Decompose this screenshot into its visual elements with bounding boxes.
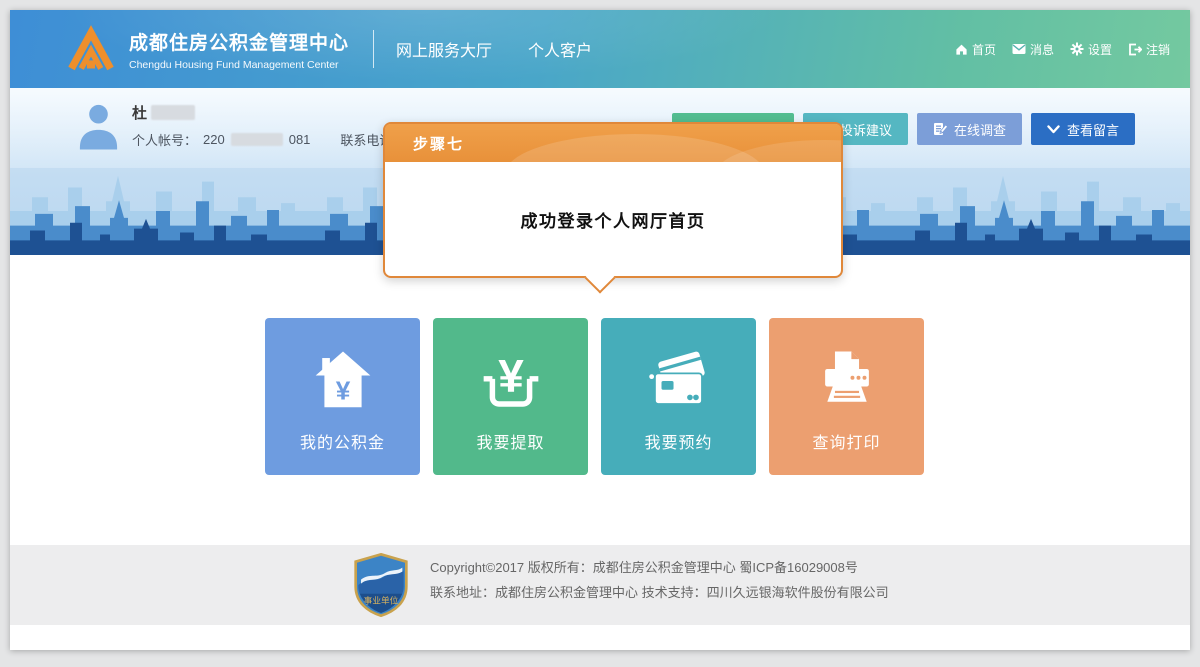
site-title-en: Chengdu Housing Fund Management Center bbox=[129, 59, 349, 71]
svg-text:事业单位: 事业单位 bbox=[364, 595, 399, 606]
nav-item-service-hall[interactable]: 网上服务大厅 bbox=[396, 37, 492, 61]
house-yuan-icon: ¥ bbox=[308, 346, 378, 416]
account-prefix: 220 bbox=[203, 132, 225, 147]
housing-fund-logo-icon bbox=[65, 23, 117, 75]
tile-print[interactable]: 查询打印 bbox=[769, 318, 924, 475]
view-messages-label: 查看留言 bbox=[1067, 120, 1119, 139]
user-name-redacted bbox=[151, 105, 195, 120]
footer-copyright: Copyright©2017 版权所有：成都住房公积金管理中心 蜀ICP备160… bbox=[430, 555, 889, 580]
step-tooltip-header: 步骤七 bbox=[385, 124, 841, 162]
bank-cards-icon bbox=[644, 346, 714, 416]
header-utils: 首页 消息 设置 注销 bbox=[955, 10, 1170, 88]
step-tooltip-body: 成功登录个人网厅首页 bbox=[385, 162, 841, 276]
tile-my-fund[interactable]: ¥ 我的公积金 bbox=[265, 318, 420, 475]
tile-print-label: 查询打印 bbox=[769, 429, 924, 453]
step-tooltip: 步骤七 成功登录个人网厅首页 bbox=[383, 122, 843, 278]
chevron-down-icon bbox=[1047, 125, 1060, 134]
footer: 事业单位 Copyright©2017 版权所有：成都住房公积金管理中心 蜀IC… bbox=[10, 545, 1190, 625]
gear-icon bbox=[1070, 42, 1084, 56]
user-name-visible: 杜 bbox=[132, 102, 147, 123]
svg-text:¥: ¥ bbox=[335, 376, 350, 406]
util-messages-label: 消息 bbox=[1030, 41, 1054, 58]
header: 成都住房公积金管理中心 Chengdu Housing Fund Managem… bbox=[10, 10, 1190, 88]
tile-appointment[interactable]: 我要预约 bbox=[601, 318, 756, 475]
util-messages[interactable]: 消息 bbox=[1012, 41, 1054, 58]
step-message: 成功登录个人网厅首页 bbox=[521, 207, 706, 232]
site-title: 成都住房公积金管理中心 Chengdu Housing Fund Managem… bbox=[129, 28, 349, 71]
tile-my-fund-label: 我的公积金 bbox=[265, 429, 420, 453]
util-logout-label: 注销 bbox=[1146, 41, 1170, 58]
util-settings[interactable]: 设置 bbox=[1070, 41, 1112, 58]
mail-icon bbox=[1012, 43, 1026, 55]
account-redacted bbox=[231, 133, 283, 146]
tile-withdraw[interactable]: ¥ 我要提取 bbox=[433, 318, 588, 475]
withdraw-yuan-icon: ¥ bbox=[476, 346, 546, 416]
account-label: 个人帐号： bbox=[132, 130, 197, 149]
view-messages-button[interactable]: 查看留言 bbox=[1031, 113, 1135, 145]
util-home-label: 首页 bbox=[972, 41, 996, 58]
user-name: 杜 bbox=[132, 102, 195, 123]
nav-item-personal-customer[interactable]: 个人客户 bbox=[528, 37, 592, 61]
user-avatar bbox=[75, 100, 122, 150]
header-divider bbox=[373, 30, 374, 68]
main-tiles: ¥ 我的公积金 ¥ 我要提取 bbox=[265, 318, 924, 475]
page: 成都住房公积金管理中心 Chengdu Housing Fund Managem… bbox=[10, 10, 1190, 650]
survey-pencil-icon bbox=[933, 122, 947, 136]
util-settings-label: 设置 bbox=[1088, 41, 1112, 58]
printer-icon bbox=[812, 346, 882, 416]
tile-appointment-label: 我要预约 bbox=[601, 429, 756, 453]
bottom-strip bbox=[10, 625, 1190, 650]
header-nav: 网上服务大厅 个人客户 bbox=[396, 37, 592, 61]
logout-icon bbox=[1128, 43, 1142, 56]
online-survey-button[interactable]: 在线调查 bbox=[917, 113, 1022, 145]
step-label: 步骤七 bbox=[413, 133, 464, 154]
footer-contact: 联系地址：成都住房公积金管理中心 技术支持：四川久远银海软件股份有限公司 bbox=[430, 580, 889, 605]
online-survey-label: 在线调查 bbox=[954, 120, 1006, 139]
util-home[interactable]: 首页 bbox=[955, 41, 996, 58]
complaint-suggestion-label: 投诉建议 bbox=[840, 120, 892, 139]
account-suffix: 081 bbox=[289, 132, 311, 147]
public-institution-badge: 事业单位 bbox=[350, 553, 412, 617]
footer-text: Copyright©2017 版权所有：成都住房公积金管理中心 蜀ICP备160… bbox=[430, 555, 889, 605]
site-title-cn: 成都住房公积金管理中心 bbox=[129, 28, 349, 55]
util-logout[interactable]: 注销 bbox=[1128, 41, 1170, 58]
tile-withdraw-label: 我要提取 bbox=[433, 429, 588, 453]
home-icon bbox=[955, 43, 968, 56]
svg-text:¥: ¥ bbox=[498, 350, 524, 402]
